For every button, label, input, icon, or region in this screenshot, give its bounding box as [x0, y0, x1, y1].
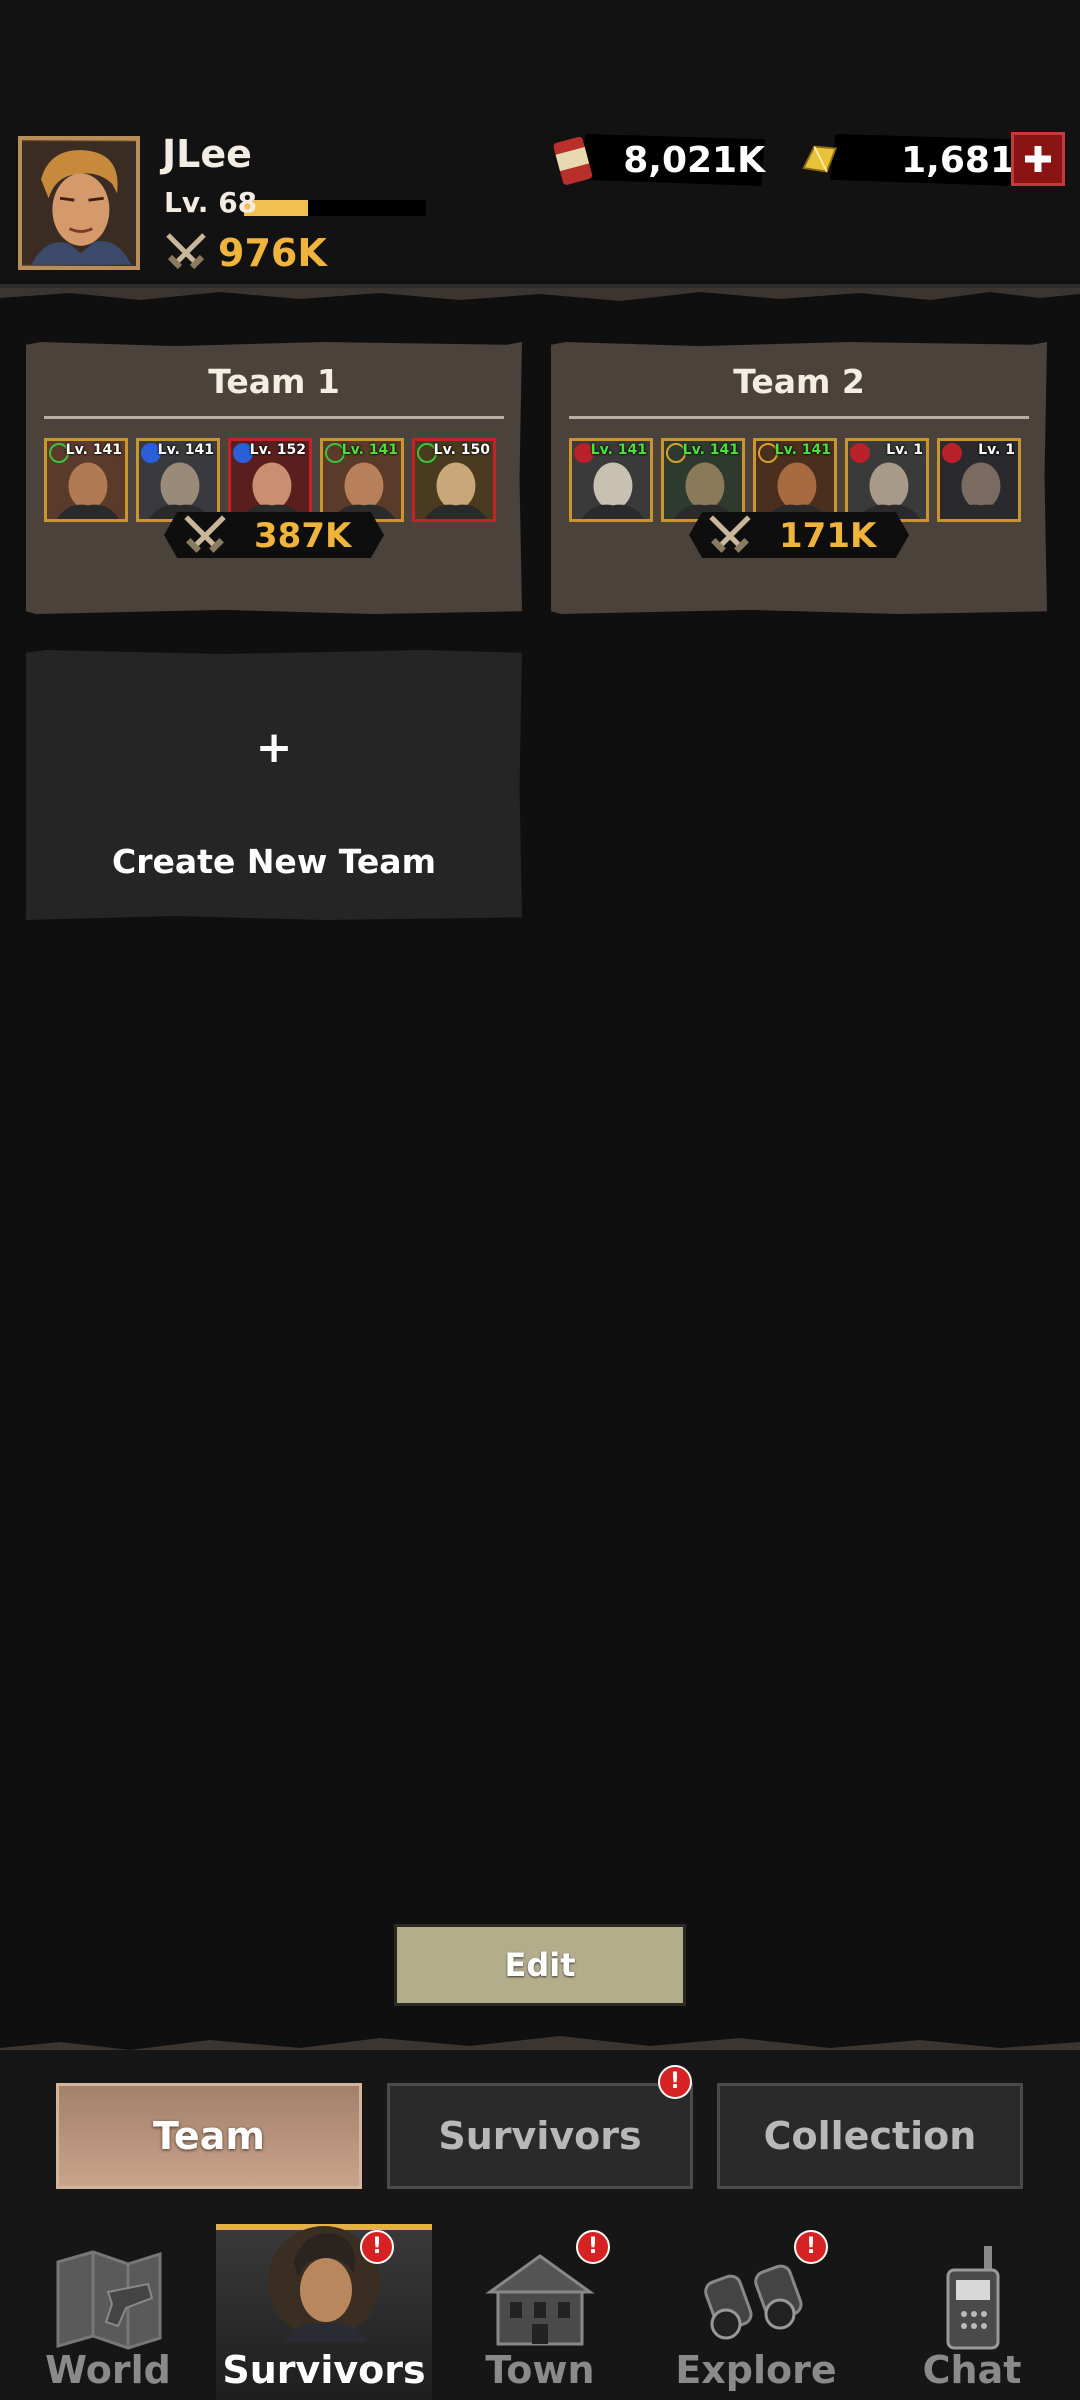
- explore-nav-alert-icon: !: [794, 2230, 828, 2264]
- team-member-portrait[interactable]: Lv. 141: [569, 438, 653, 522]
- team-member-portrait[interactable]: Lv. 141: [661, 438, 745, 522]
- team-member-portrait[interactable]: Lv. 152: [228, 438, 312, 522]
- team-member-level: Lv. 150: [433, 442, 490, 458]
- team-member-portrait[interactable]: Lv. 141: [753, 438, 837, 522]
- team-member-level: Lv. 1: [978, 442, 1015, 458]
- nav-survivors[interactable]: Survivors: [216, 2224, 432, 2400]
- team-2-title: Team 2: [733, 362, 865, 401]
- nav-town-label: Town: [485, 2348, 595, 2392]
- crossed-swords-icon: [184, 515, 226, 553]
- team-member-level: Lv. 141: [341, 442, 398, 458]
- town-nav-alert-icon: !: [576, 2230, 610, 2264]
- team-member-portrait[interactable]: Lv. 1: [845, 438, 929, 522]
- team-1-divider: [44, 416, 504, 419]
- nav-chat-label: Chat: [922, 2348, 1022, 2392]
- team-1-power-value: 387K: [254, 516, 352, 556]
- plus-icon: +: [255, 722, 293, 773]
- team-member-portrait[interactable]: Lv. 141: [320, 438, 404, 522]
- nav-world[interactable]: World: [0, 2224, 216, 2400]
- walkie-talkie-icon: [946, 2246, 1000, 2350]
- subtab-survivors[interactable]: Survivors: [387, 2083, 693, 2189]
- username: JLee: [162, 132, 252, 176]
- team-card-1[interactable]: Team 1 Lv. 141 Lv. 141 Lv. 152 Lv. 141 Lv. 1…: [26, 342, 522, 614]
- canned-food-icon: [553, 136, 593, 185]
- player-avatar[interactable]: [18, 136, 140, 270]
- nav-explore[interactable]: Explore: [648, 2224, 864, 2400]
- survivors-subtab-alert-icon: !: [658, 2065, 692, 2099]
- nav-explore-label: Explore: [675, 2348, 837, 2392]
- class-badge-icon: [942, 443, 962, 463]
- crossed-swords-icon: [709, 515, 751, 553]
- team-member-level: Lv. 141: [774, 442, 831, 458]
- team-member-portrait[interactable]: Lv. 1: [937, 438, 1021, 522]
- subtab-team[interactable]: Team: [56, 2083, 362, 2189]
- gold-bar-icon: [802, 145, 838, 173]
- team-1-power: 387K: [164, 512, 384, 558]
- crossed-swords-icon: [166, 233, 206, 270]
- nav-chat[interactable]: Chat: [864, 2224, 1080, 2400]
- world-map-icon: [56, 2250, 162, 2350]
- player-power: 976K: [164, 228, 327, 278]
- add-gold-button[interactable]: [1011, 132, 1065, 186]
- team-1-title: Team 1: [208, 362, 340, 401]
- subtab-collection[interactable]: Collection: [717, 2083, 1023, 2189]
- team-member-level: Lv. 141: [682, 442, 739, 458]
- xp-bar: [244, 200, 426, 216]
- create-new-team-card[interactable]: + Create New Team: [26, 650, 522, 920]
- player-level: Lv. 68: [164, 186, 258, 219]
- team-member-level: Lv. 1: [886, 442, 923, 458]
- team-member-level: Lv. 141: [157, 442, 214, 458]
- create-new-team-label: Create New Team: [112, 842, 436, 881]
- nav-town[interactable]: Town: [432, 2224, 648, 2400]
- edit-button[interactable]: Edit: [394, 1924, 686, 2006]
- team-2-power: 171K: [689, 512, 909, 558]
- top-header: JLee Lv. 68 976K 8,021K 1,681: [0, 0, 1080, 290]
- resource-gold[interactable]: 1,681: [800, 130, 1015, 190]
- team-member-portrait[interactable]: Lv. 141: [136, 438, 220, 522]
- resource-gold-value: 1,681: [901, 139, 1015, 181]
- player-portrait-icon: [22, 141, 136, 265]
- resource-food-value: 8,021K: [623, 139, 765, 181]
- team-member-portrait[interactable]: Lv. 150: [412, 438, 496, 522]
- team-2-divider: [569, 416, 1029, 419]
- nav-world-label: World: [45, 2348, 171, 2392]
- team-card-2[interactable]: Team 2 Lv. 141 Lv. 141 Lv. 141 Lv. 1 Lv. 1 1…: [551, 342, 1047, 614]
- team-member-portrait[interactable]: Lv. 141: [44, 438, 128, 522]
- plus-icon: [1025, 146, 1051, 172]
- team-member-level: Lv. 152: [249, 442, 306, 458]
- header-divider: [0, 284, 1080, 301]
- class-badge-icon: [850, 443, 870, 463]
- nav-survivors-label: Survivors: [222, 2348, 426, 2392]
- survivors-nav-alert-icon: !: [360, 2230, 394, 2264]
- player-power-value: 976K: [218, 231, 327, 275]
- resource-food[interactable]: 8,021K: [550, 130, 765, 190]
- team-member-level: Lv. 141: [590, 442, 647, 458]
- team-2-power-value: 171K: [779, 516, 877, 556]
- team-member-level: Lv. 141: [65, 442, 122, 458]
